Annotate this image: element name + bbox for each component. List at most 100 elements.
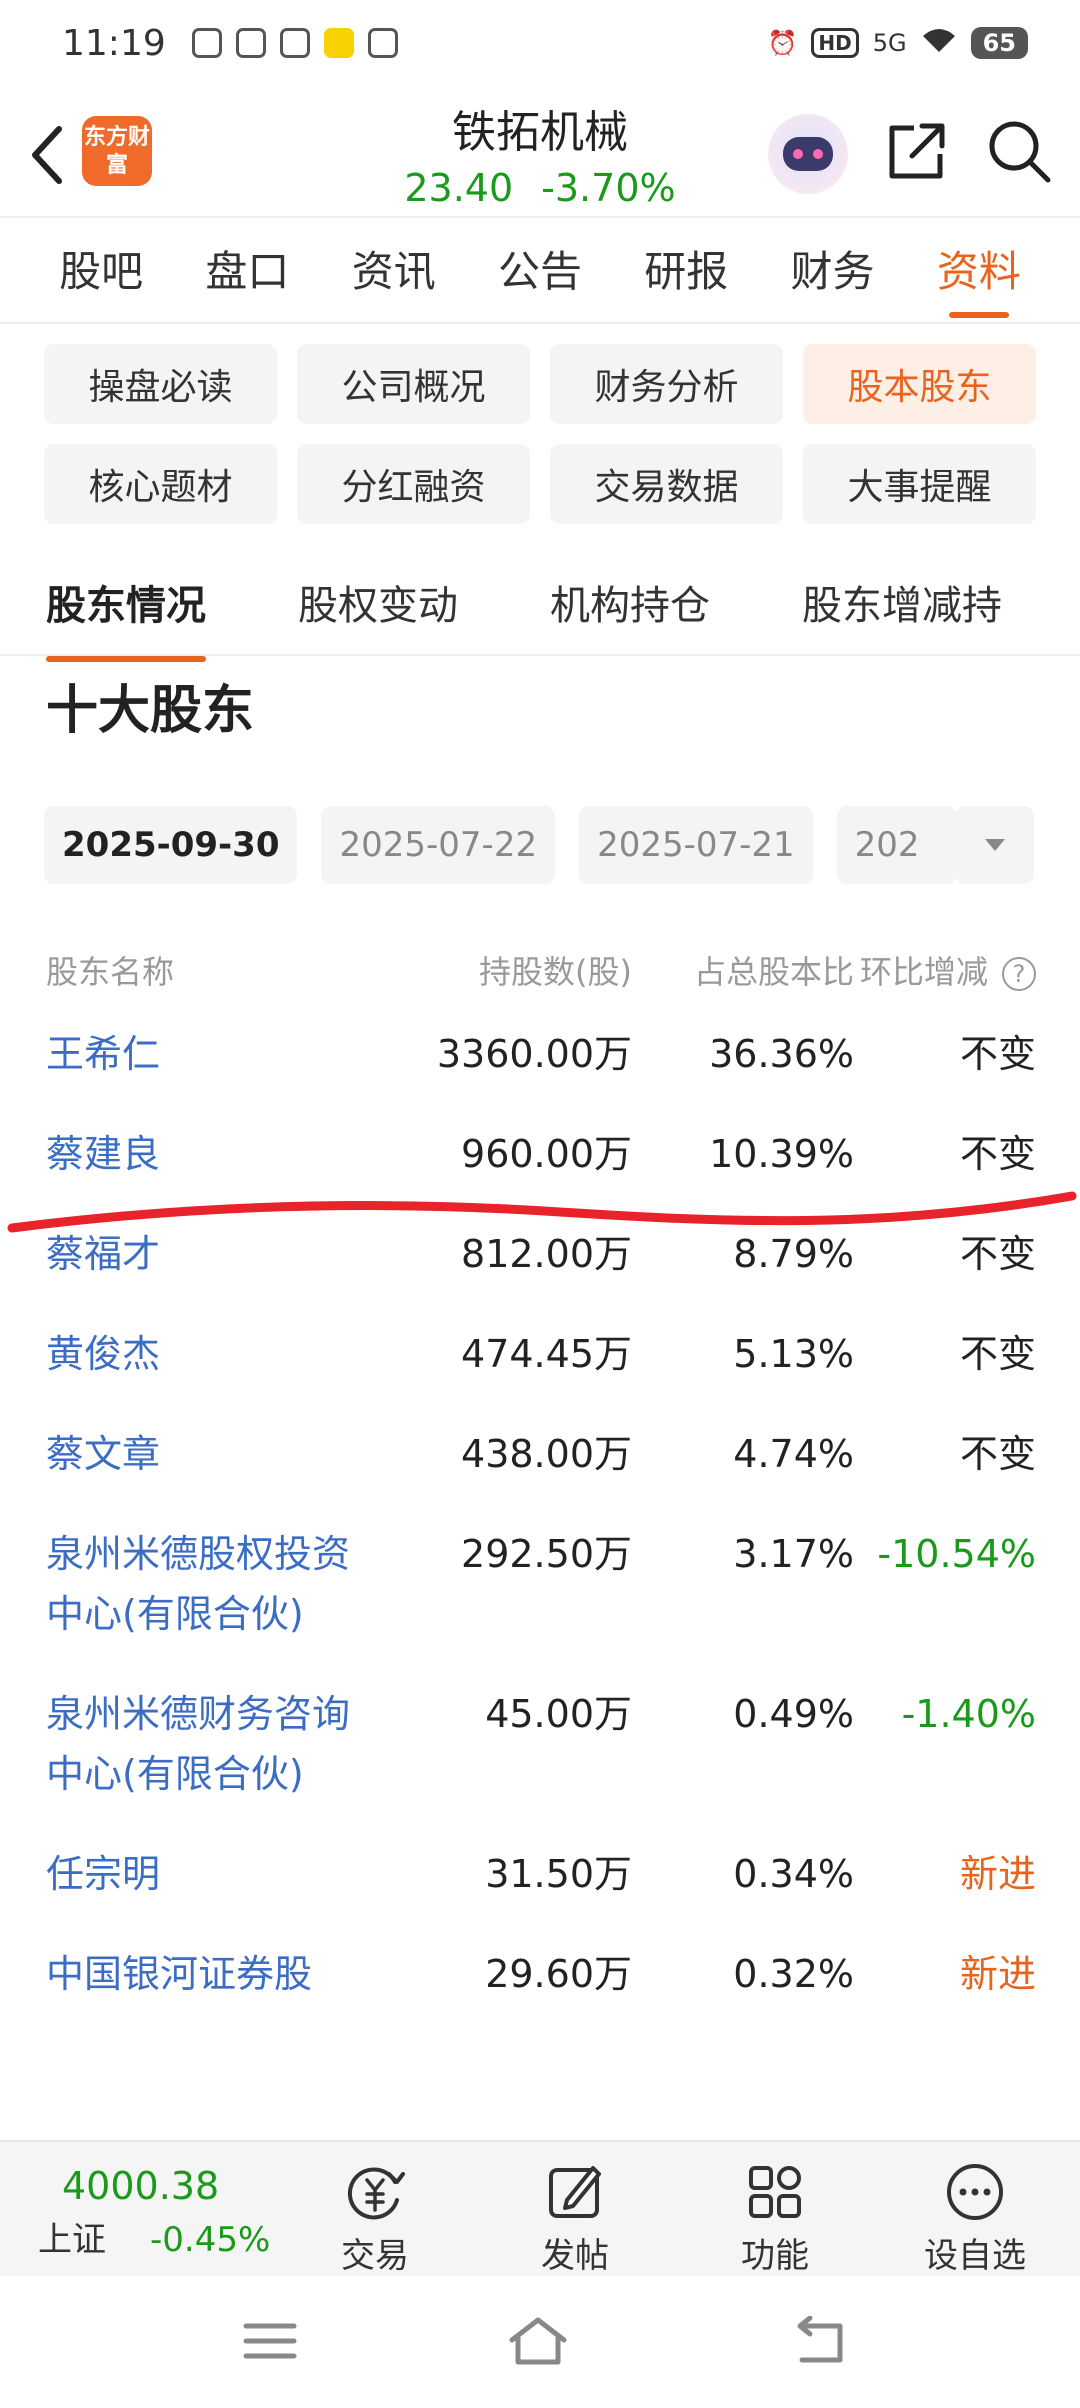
divider (0, 322, 1080, 324)
table-row: 中国银河证券股 29.60万 0.32% 新进 (46, 1928, 1036, 2028)
tab-shareholder-status[interactable]: 股东情况 (46, 570, 206, 662)
index-value: 4000.38 (62, 2164, 220, 2208)
add-watchlist-button[interactable]: 设自选 (900, 2160, 1050, 2277)
header-change: 环比增减? (854, 947, 1036, 993)
table-row: 王希仁 3360.00万 36.36% 不变 (46, 1008, 1036, 1108)
date-chip[interactable]: 2025-09-30 (44, 806, 298, 884)
tab-equity-changes[interactable]: 股权变动 (298, 570, 458, 656)
table-row: 蔡福才 812.00万 8.79% 不变 (46, 1208, 1036, 1308)
change-value: 不变 (959, 1032, 1036, 1076)
tab-research[interactable]: 研报 (613, 232, 759, 322)
table-row: 任宗明 31.50万 0.34% 新进 (46, 1828, 1036, 1928)
search-button[interactable] (986, 118, 1052, 184)
battery-icon: 65 (970, 27, 1028, 59)
main-tabs: 股吧 盘口 资讯 公告 研报 财务 资料 (0, 232, 1080, 322)
sub-btn-trading-data[interactable]: 交易数据 (550, 444, 783, 524)
index-ticker[interactable]: 4000.38 上证 -0.45% (38, 2164, 318, 2261)
signal-icon: 5G (872, 29, 907, 57)
sub-btn-must-read[interactable]: 操盘必读 (44, 344, 277, 424)
report-date-selector: 2025-09-30 2025-07-22 2025-07-21 202 (44, 806, 1036, 884)
section-title: 十大股东 (46, 681, 255, 741)
app-notification-icon (191, 28, 222, 58)
ratio-value: 0.49% (733, 1692, 854, 1736)
shareholder-name[interactable]: 蔡福才 (46, 1224, 366, 1284)
post-button[interactable]: 发帖 (500, 2160, 650, 2277)
shares-value: 45.00万 (485, 1692, 632, 1736)
sub-btn-company-overview[interactable]: 公司概况 (297, 344, 530, 424)
ratio-value: 0.34% (733, 1852, 854, 1896)
stock-change: -3.70% (541, 166, 676, 210)
index-line: 上证 -0.45% (38, 2212, 318, 2261)
ratio-value: 3.17% (733, 1532, 854, 1576)
meituan-notification-icon (323, 28, 354, 58)
back-button[interactable] (22, 120, 72, 190)
ratio-value: 5.13% (733, 1332, 854, 1376)
change-value: 不变 (959, 1332, 1036, 1376)
table-header: 股东名称 持股数(股) 占总股本比 环比增减? (46, 932, 1036, 1008)
app-header: 东方财富 铁拓机械 23.40 -3.70% (0, 86, 1080, 216)
shares-value: 3360.00万 (436, 1032, 632, 1076)
ai-assistant-avatar[interactable] (768, 114, 848, 194)
shares-value: 474.45万 (461, 1332, 632, 1376)
trade-button[interactable]: 交易 (300, 2160, 450, 2277)
table-row: 泉州米德股权投资中心(有限合伙) 292.50万 3.17% -10.54% (46, 1508, 1036, 1668)
chevron-left-icon (32, 126, 62, 184)
shares-value: 812.00万 (461, 1232, 632, 1276)
tab-institutional-holdings[interactable]: 机构持仓 (550, 570, 710, 656)
shareholder-name[interactable]: 蔡文章 (46, 1424, 366, 1484)
profile-sub-nav: 操盘必读 公司概况 财务分析 股本股东 核心题材 分红融资 交易数据 大事提醒 (44, 344, 1036, 524)
stock-price: 23.40 (404, 166, 514, 210)
tab-holding-changes[interactable]: 股东增减持 (802, 570, 1002, 656)
sub-btn-core-themes[interactable]: 核心题材 (44, 444, 277, 524)
shareholder-name[interactable]: 王希仁 (46, 1024, 366, 1084)
grid-icon (749, 2166, 801, 2218)
status-bar: 11:19 ⏰ HD 5G 65 (0, 0, 1080, 86)
top-shareholders-table: 股东名称 持股数(股) 占总股本比 环比增减? 王希仁 3360.00万 36.… (46, 932, 1036, 2028)
back-icon[interactable] (790, 2316, 850, 2366)
app-notification-icon (279, 28, 310, 58)
sub-btn-dividends[interactable]: 分红融资 (297, 444, 530, 524)
help-icon[interactable]: ? (1002, 957, 1036, 991)
change-value: -10.54% (877, 1532, 1036, 1576)
home-icon[interactable] (508, 2316, 568, 2366)
shareholder-name[interactable]: 黄俊杰 (46, 1324, 366, 1384)
date-chip[interactable]: 2025-07-22 (321, 806, 556, 884)
more-icon (947, 2164, 1003, 2220)
hd-icon: HD (811, 28, 859, 58)
tab-announcements[interactable]: 公告 (467, 232, 613, 322)
share-button[interactable] (884, 120, 948, 184)
tab-finance[interactable]: 财务 (759, 232, 905, 322)
shareholder-name[interactable]: 泉州米德财务咨询中心(有限合伙) (46, 1684, 366, 1804)
sub-btn-shareholders[interactable]: 股本股东 (803, 344, 1036, 424)
shares-value: 960.00万 (461, 1132, 632, 1176)
menu-icon[interactable] (240, 2316, 300, 2366)
shareholder-name[interactable]: 中国银河证券股 (46, 1944, 366, 2004)
tab-profile[interactable]: 资料 (906, 232, 1052, 322)
date-dropdown-button[interactable] (956, 806, 1034, 884)
functions-button[interactable]: 功能 (700, 2160, 850, 2277)
ratio-value: 10.39% (709, 1132, 854, 1176)
shareholder-name[interactable]: 泉州米德股权投资中心(有限合伙) (46, 1524, 366, 1644)
shareholder-name[interactable]: 任宗明 (46, 1844, 366, 1904)
search-icon (989, 121, 1051, 183)
date-chip[interactable]: 202 (836, 806, 957, 884)
tab-guba[interactable]: 股吧 (28, 232, 174, 322)
header-ratio: 占总股本比 (693, 953, 854, 991)
bottom-toolbar: 4000.38 上证 -0.45% 交易 发帖 功能 设自选 (0, 2140, 1080, 2276)
tab-news[interactable]: 资讯 (321, 232, 467, 322)
robot-icon (783, 137, 833, 171)
table-row: 蔡文章 438.00万 4.74% 不变 (46, 1408, 1036, 1508)
sub-btn-financial-analysis[interactable]: 财务分析 (550, 344, 783, 424)
status-right: ⏰ HD 5G 65 (767, 26, 1028, 60)
shareholder-name[interactable]: 蔡建良 (46, 1124, 366, 1184)
share-icon (889, 123, 945, 179)
change-value: -1.40% (901, 1692, 1036, 1736)
change-value: 不变 (959, 1132, 1036, 1176)
sub-btn-events[interactable]: 大事提醒 (803, 444, 1036, 524)
index-change: -0.45% (150, 2220, 271, 2260)
alarm-icon: ⏰ (767, 29, 798, 57)
tab-pankou[interactable]: 盘口 (174, 232, 320, 322)
date-chip[interactable]: 2025-07-21 (579, 806, 813, 884)
ratio-value: 36.36% (709, 1032, 854, 1076)
notification-icons (191, 28, 398, 58)
